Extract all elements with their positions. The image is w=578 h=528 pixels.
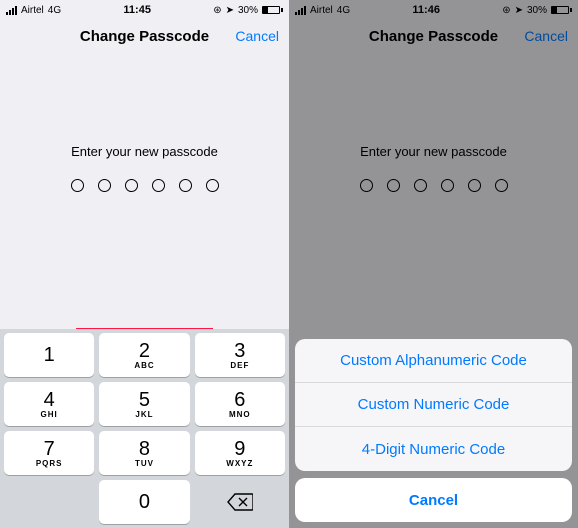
key-3[interactable]: 3DEF	[195, 333, 285, 377]
passcode-dot	[71, 179, 84, 192]
passcode-dot	[152, 179, 165, 192]
screen-change-passcode: Airtel 4G 11:45 ⊛ ➤ 30% Change Passcode …	[0, 0, 289, 528]
option-4-digit-numeric[interactable]: 4-Digit Numeric Code	[295, 427, 572, 471]
passcode-dot	[179, 179, 192, 192]
key-9[interactable]: 9WXYZ	[195, 431, 285, 475]
key-0[interactable]: 0	[99, 480, 189, 524]
passcode-dot	[206, 179, 219, 192]
option-custom-alphanumeric[interactable]: Custom Alphanumeric Code	[295, 339, 572, 383]
key-8[interactable]: 8TUV	[99, 431, 189, 475]
key-backspace[interactable]	[195, 480, 285, 524]
screen-passcode-options-sheet: Airtel 4G 11:46 ⊛ ➤ 30% Change Passcode …	[289, 0, 578, 528]
key-5[interactable]: 5JKL	[99, 382, 189, 426]
network-label: 4G	[48, 5, 61, 16]
cancel-button[interactable]: Cancel	[235, 28, 279, 44]
option-custom-numeric[interactable]: Custom Numeric Code	[295, 383, 572, 427]
passcode-dots	[0, 179, 289, 192]
nav-bar: Change Passcode Cancel	[0, 18, 289, 54]
key-blank	[4, 480, 94, 524]
action-sheet: Custom Alphanumeric Code Custom Numeric …	[295, 339, 572, 522]
key-1[interactable]: 1	[4, 333, 94, 377]
alarm-icon: ⊛	[213, 5, 221, 16]
battery-icon	[262, 6, 283, 14]
battery-pct: 30%	[238, 5, 258, 16]
key-2[interactable]: 2ABC	[99, 333, 189, 377]
page-title: Change Passcode	[80, 28, 209, 45]
prompt-text: Enter your new passcode	[0, 144, 289, 159]
key-6[interactable]: 6MNO	[195, 382, 285, 426]
action-sheet-group: Custom Alphanumeric Code Custom Numeric …	[295, 339, 572, 471]
numeric-keypad: 1 2ABC 3DEF 4GHI 5JKL 6MNO 7PQRS 8TUV 9W…	[0, 329, 289, 528]
passcode-dot	[98, 179, 111, 192]
backspace-icon	[227, 493, 253, 511]
status-bar: Airtel 4G 11:45 ⊛ ➤ 30%	[0, 0, 289, 18]
action-sheet-cancel-button[interactable]: Cancel	[295, 478, 572, 522]
clock: 11:45	[123, 4, 151, 16]
key-7[interactable]: 7PQRS	[4, 431, 94, 475]
key-4[interactable]: 4GHI	[4, 382, 94, 426]
carrier-label: Airtel	[21, 5, 44, 16]
location-icon: ➤	[226, 5, 234, 16]
signal-icon	[6, 6, 17, 15]
passcode-dot	[125, 179, 138, 192]
